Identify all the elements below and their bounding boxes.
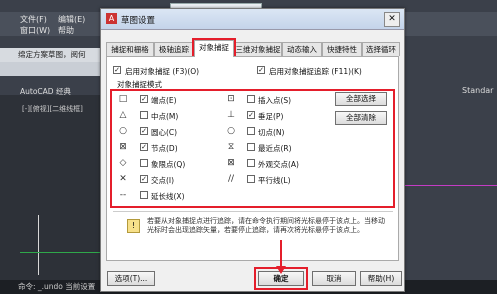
menu-edit[interactable]: 编辑(E) bbox=[58, 14, 85, 25]
tab-snap-grid[interactable]: 捕捉和栅格 bbox=[106, 42, 154, 56]
center-checkbox[interactable]: ✓ bbox=[140, 127, 148, 135]
apparent-intersection-label: 外观交点(A) bbox=[258, 160, 299, 169]
tab-object-snap[interactable]: 对象捕捉 bbox=[194, 40, 234, 57]
ribbon-row bbox=[0, 62, 100, 76]
midpoint-label: 中点(M) bbox=[151, 112, 179, 121]
cancel-button[interactable]: 取消 bbox=[312, 271, 356, 286]
extension-icon: -- bbox=[119, 190, 127, 200]
tangent-icon: ○ bbox=[227, 126, 235, 136]
enable-osnap-checkbox[interactable]: ✓ bbox=[113, 66, 121, 74]
options-button[interactable]: 选项(T)... bbox=[107, 271, 155, 286]
insertion-icon: ⊡ bbox=[227, 94, 235, 104]
menu-window[interactable]: 窗口(W) bbox=[20, 25, 50, 36]
menu-file[interactable]: 文件(F) bbox=[20, 14, 47, 25]
close-icon[interactable]: ✕ bbox=[384, 12, 400, 27]
parallel-icon: // bbox=[227, 174, 235, 184]
enable-tracking-label: 启用对象捕捉追踪 (F11)(K) bbox=[269, 67, 362, 76]
object-snap-panel: ✓ 启用对象捕捉 (F3)(O) ✓ 启用对象捕捉追踪 (F11)(K) 对象捕… bbox=[106, 56, 399, 261]
extension-checkbox[interactable] bbox=[140, 191, 148, 199]
perpendicular-icon: ⊥ bbox=[227, 110, 235, 120]
file-tab[interactable]: 绵定方案草图，阅何 bbox=[0, 48, 100, 62]
dialog-title: 草图设置 bbox=[121, 16, 156, 26]
extension-label: 延长线(X) bbox=[151, 192, 185, 201]
nearest-label: 最近点(R) bbox=[258, 144, 292, 153]
enable-tracking-checkbox[interactable]: ✓ bbox=[257, 66, 265, 74]
intersection-label: 交点(I) bbox=[151, 176, 175, 185]
clear-all-button[interactable]: 全部清除 bbox=[335, 111, 387, 125]
magenta-line bbox=[405, 185, 497, 186]
dialog-titlebar[interactable]: A 草图设置 ✕ bbox=[101, 9, 404, 30]
autocad-logo-icon: A bbox=[106, 13, 117, 24]
endpoint-checkbox[interactable]: ✓ bbox=[140, 95, 148, 103]
drafting-settings-dialog: A 草图设置 ✕ 捕捉和栅格 极轴追踪 对象捕捉 三维对象捕捉 动态输入 快捷特… bbox=[100, 8, 405, 292]
intersection-icon: ✕ bbox=[119, 174, 127, 184]
node-checkbox[interactable]: ✓ bbox=[140, 143, 148, 151]
style-selector[interactable]: Standar bbox=[462, 86, 493, 95]
ucs-axis-y bbox=[38, 215, 39, 275]
perpendicular-label: 垂足(P) bbox=[258, 112, 284, 121]
divider bbox=[113, 211, 393, 212]
tab-3d-osnap[interactable]: 三维对象捕捉 bbox=[234, 42, 282, 56]
mode-group-label: 对象捕捉模式 bbox=[117, 80, 162, 89]
menu-help[interactable]: 帮助 bbox=[58, 25, 74, 36]
insertion-checkbox[interactable] bbox=[247, 95, 255, 103]
parallel-checkbox[interactable] bbox=[247, 175, 255, 183]
nearest-checkbox[interactable] bbox=[247, 143, 255, 151]
quadrant-checkbox[interactable] bbox=[140, 159, 148, 167]
quadrant-label: 象限点(Q) bbox=[151, 160, 186, 169]
center-label: 圆心(C) bbox=[151, 128, 178, 137]
node-icon: ⊠ bbox=[119, 142, 127, 152]
tab-quick-props[interactable]: 快捷特性 bbox=[322, 42, 362, 56]
tangent-checkbox[interactable] bbox=[247, 127, 255, 135]
apparent-intersection-checkbox[interactable] bbox=[247, 159, 255, 167]
annotation-arrow-icon bbox=[276, 266, 286, 274]
enable-osnap-label: 启用对象捕捉 (F3)(O) bbox=[125, 67, 200, 76]
ucs-axis-x bbox=[20, 252, 100, 253]
quadrant-icon: ◇ bbox=[119, 158, 127, 168]
tangent-label: 切点(N) bbox=[258, 128, 285, 137]
center-icon: ○ bbox=[119, 126, 127, 136]
endpoint-icon: □ bbox=[118, 94, 128, 104]
intersection-checkbox[interactable]: ✓ bbox=[140, 175, 148, 183]
insertion-label: 插入点(S) bbox=[258, 96, 292, 105]
tracking-hint: 若要从对象捕捉点进行追踪，请在命令执行期间将光标悬停于该点上。当移动光标时会出现… bbox=[147, 217, 385, 234]
tab-selection-cycling[interactable]: 选择循环 bbox=[362, 42, 400, 56]
nearest-icon: ⧖ bbox=[227, 142, 235, 152]
midpoint-checkbox[interactable] bbox=[140, 111, 148, 119]
node-label: 节点(D) bbox=[151, 144, 178, 153]
info-bulb-icon: ! bbox=[127, 219, 140, 233]
apparent-intersection-icon: ⊠ bbox=[227, 158, 235, 168]
midpoint-icon: △ bbox=[119, 110, 127, 120]
endpoint-label: 端点(E) bbox=[151, 96, 177, 105]
help-button[interactable]: 帮助(H) bbox=[360, 271, 402, 286]
parallel-label: 平行线(L) bbox=[258, 176, 291, 185]
tab-dynamic-input[interactable]: 动态输入 bbox=[282, 42, 322, 56]
tab-polar[interactable]: 极轴追踪 bbox=[154, 42, 194, 56]
select-all-button[interactable]: 全部选择 bbox=[335, 92, 387, 106]
perpendicular-checkbox[interactable]: ✓ bbox=[247, 111, 255, 119]
right-panel bbox=[405, 40, 497, 280]
